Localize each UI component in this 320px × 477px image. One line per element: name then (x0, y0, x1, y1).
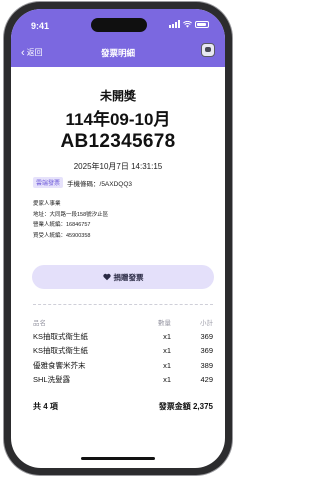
item-qty: x1 (163, 360, 171, 370)
item-qty: x1 (163, 346, 171, 356)
item-subtotal: 369 (200, 331, 213, 341)
item-subtotal: 369 (200, 346, 213, 356)
item-qty: x1 (163, 375, 171, 385)
donate-label: 捐贈發票 (113, 272, 144, 282)
page-title: 發票明細 (100, 48, 135, 58)
seller-tax-id: 營業人統編：16846757 (33, 222, 91, 228)
table-row: 優雅食饗米芥末 x1 389 (33, 358, 213, 373)
invoice-type-tag: 雲端發票 (33, 177, 64, 188)
item-name: KS抽取式衛生紙 (33, 331, 89, 341)
avatar[interactable] (201, 43, 215, 57)
items-table: 品名 數量 小計 KS抽取式衛生紙 x1 369 KS抽取式衛生紙 x1 369… (33, 315, 213, 387)
home-indicator[interactable] (81, 457, 155, 460)
phone-frame: 9:41 ‹ 返回 發票明細 未開獎 114年09-10月 AB12345678… (4, 2, 232, 475)
item-name: SHL洗髮露 (33, 375, 71, 385)
heart-icon (102, 273, 111, 281)
item-qty: x1 (163, 331, 171, 341)
invoice-number: AB12345678 (60, 131, 176, 152)
seller-address: 地址：大同路一段158號汐止區 (33, 211, 109, 218)
status-icons (169, 20, 209, 28)
wifi-icon (183, 20, 192, 28)
invoice-period: 114年09-10月 (65, 110, 171, 129)
header-qty: 數量 (158, 320, 171, 327)
prize-status: 未開獎 (99, 89, 136, 103)
item-subtotal: 389 (200, 360, 213, 370)
table-header: 品名 數量 小計 (33, 315, 213, 329)
item-name: KS抽取式衛生紙 (33, 346, 89, 356)
invoice-total: 發票金額 2,375 (158, 402, 213, 411)
seller-info: 愛家人事業 地址：大同路一段158號汐止區 營業人統編：16846757 買受人… (33, 199, 108, 241)
carrier-code: 手機條碼：/5AXDQQ3 (67, 180, 133, 188)
header-subtotal: 小計 (200, 320, 213, 327)
table-row: SHL洗髮露 x1 429 (33, 373, 213, 388)
buyer-tax-id: 買受人統編：45900358 (33, 232, 91, 239)
table-row: KS抽取式衛生紙 x1 369 (33, 329, 213, 344)
seller-name: 愛家人事業 (33, 201, 61, 207)
screen: 9:41 ‹ 返回 發票明細 未開獎 114年09-10月 AB12345678… (11, 9, 225, 468)
invoice-datetime: 2025年10月7日 14:31:15 (73, 162, 163, 171)
item-count: 共 4 項 (33, 402, 58, 411)
divider (33, 304, 213, 305)
item-name: 優雅食饗米芥末 (33, 360, 86, 370)
status-time: 9:41 (31, 21, 50, 31)
header-bar: 9:41 ‹ 返回 發票明細 (11, 9, 225, 67)
table-row: KS抽取式衛生紙 x1 369 (33, 344, 213, 359)
header-name: 品名 (33, 320, 46, 327)
dynamic-island (91, 18, 147, 32)
signal-icon (169, 20, 180, 28)
invoice-summary: 共 4 項 發票金額 2,375 (33, 401, 213, 412)
item-subtotal: 429 (200, 375, 213, 385)
donate-button[interactable]: 捐贈發票 (32, 265, 214, 289)
carrier-row: 雲端發票 手機條碼：/5AXDQQ3 (33, 177, 132, 188)
battery-icon (195, 20, 209, 28)
